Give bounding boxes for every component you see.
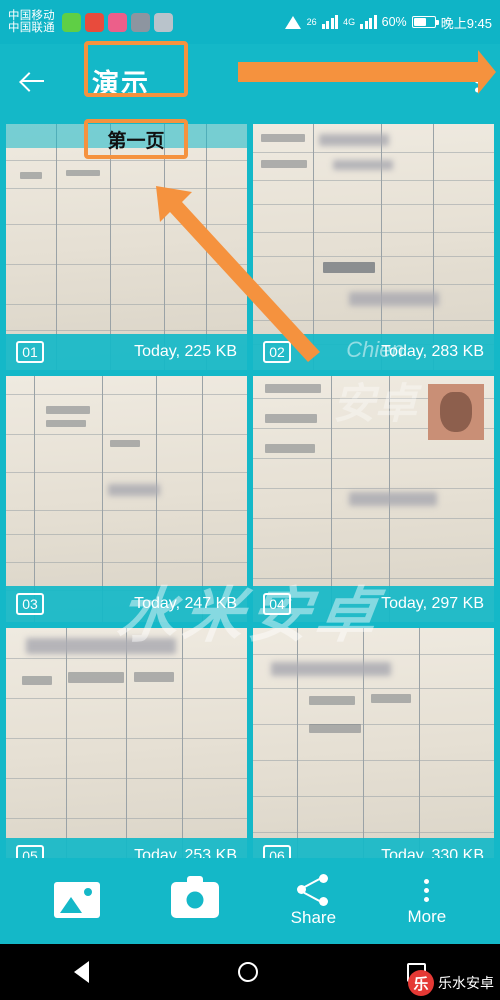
bottom-toolbar: Share More	[0, 858, 500, 944]
handwriting-mark	[265, 414, 317, 423]
gallery-item-02[interactable]: 02 Today, 283 KB	[253, 124, 494, 370]
wechat-icon	[61, 12, 81, 32]
camera-icon	[171, 876, 220, 918]
item-number: 01	[16, 341, 44, 363]
carrier-line-1: 中国移动	[8, 9, 55, 22]
item-number: 03	[16, 593, 44, 615]
item-meta: Today, 247 KB	[134, 595, 237, 612]
redacted-area	[26, 638, 176, 654]
nav-back-icon[interactable]	[74, 961, 90, 983]
item-meta: Today, 297 KB	[381, 595, 484, 612]
wifi-icon	[284, 15, 302, 29]
overflow-menu-icon[interactable]	[475, 66, 480, 97]
handwriting-mark	[68, 672, 124, 683]
nav-home-icon[interactable]	[237, 962, 258, 982]
network-badge: 26	[306, 17, 317, 27]
handwriting-mark	[22, 676, 52, 685]
handwriting-mark	[46, 406, 90, 414]
carrier-label: 中国移动 中国联通	[8, 10, 55, 35]
handwriting-mark	[309, 724, 361, 733]
signal-bars-2-icon	[360, 15, 377, 29]
brand-logo-icon: 乐	[408, 970, 434, 996]
handwriting-mark	[265, 384, 321, 393]
item-number: 04	[263, 593, 291, 615]
battery-icon	[411, 16, 439, 28]
qq-icon	[84, 12, 104, 32]
item-number: 02	[263, 341, 291, 363]
more-icon	[417, 875, 437, 905]
notification-icons	[61, 12, 173, 32]
handwriting-mark	[309, 696, 355, 705]
system-navigation-bar: 乐 乐水安卓	[0, 944, 500, 1000]
gallery-item-01[interactable]: 01 Today, 225 KB	[6, 124, 247, 370]
gallery-icon	[53, 882, 100, 918]
status-right-cluster: 26 4G 60% 晚上9:45	[284, 13, 492, 32]
carrier-line-2: 中国联通	[8, 22, 55, 34]
handwriting-mark	[110, 440, 140, 447]
battery-percent-label: 60%	[381, 15, 407, 29]
brand-watermark: 乐 乐水安卓	[408, 970, 494, 996]
redacted-area	[349, 492, 437, 506]
back-arrow-icon[interactable]	[16, 64, 50, 98]
status-bar: 中国移动 中国联通 26 4G 60% 晚上9:45	[0, 0, 500, 44]
handwriting-mark	[261, 160, 307, 168]
redacted-area	[333, 160, 393, 170]
item-caption: 03 Today, 247 KB	[6, 586, 247, 622]
share-icon	[296, 874, 330, 906]
redacted-area	[271, 662, 391, 676]
network-type-label: 4G	[343, 17, 356, 27]
redacted-area	[319, 134, 389, 146]
camera-button[interactable]	[171, 876, 220, 920]
item-caption: 04 Today, 297 KB	[253, 586, 494, 622]
app-root: 中国移动 中国联通 26 4G 60% 晚上9:45 演示 01 Today, …	[0, 0, 500, 1000]
brand-label: 乐水安卓	[438, 975, 494, 991]
share-button[interactable]: Share	[291, 874, 336, 928]
item-meta: Today, 225 KB	[134, 343, 237, 360]
alipay-icon	[107, 12, 127, 32]
redacted-area	[108, 484, 160, 496]
gallery-button[interactable]	[53, 882, 100, 920]
photo-thumbnail	[428, 384, 484, 440]
settings-icon	[130, 12, 150, 32]
item-meta: Today, 283 KB	[381, 343, 484, 360]
handwriting-mark	[323, 262, 375, 273]
clock-label: 晚上9:45	[440, 15, 492, 31]
handwriting-mark	[66, 170, 100, 176]
share-button-label: Share	[290, 908, 337, 927]
gallery-grid: 01 Today, 225 KB 02 Today, 283 KB 03 Tod…	[0, 118, 500, 874]
handwriting-mark	[265, 444, 315, 453]
gallery-item-04[interactable]: 04 Today, 297 KB	[253, 376, 494, 622]
handwriting-mark	[371, 694, 411, 703]
gallery-item-03[interactable]: 03 Today, 247 KB	[6, 376, 247, 622]
annotation-page-label: 第一页	[107, 130, 165, 152]
gallery-item-05[interactable]: 05 Today, 253 KB	[6, 628, 247, 874]
handwriting-mark	[134, 672, 174, 682]
handwriting-mark	[20, 172, 42, 179]
signal-bars-1-icon	[321, 15, 339, 29]
handwriting-mark	[46, 420, 86, 427]
page-title: 演示	[92, 68, 150, 99]
app-bar: 演示	[0, 44, 500, 118]
weather-icon	[153, 12, 173, 32]
more-button-label: More	[407, 907, 447, 926]
more-button[interactable]: More	[407, 875, 447, 927]
redacted-area	[349, 292, 439, 306]
item-caption: 02 Today, 283 KB	[253, 334, 494, 370]
item-caption: 01 Today, 225 KB	[6, 334, 247, 370]
gallery-item-06[interactable]: 06 Today, 330 KB	[253, 628, 494, 874]
handwriting-mark	[261, 134, 305, 142]
